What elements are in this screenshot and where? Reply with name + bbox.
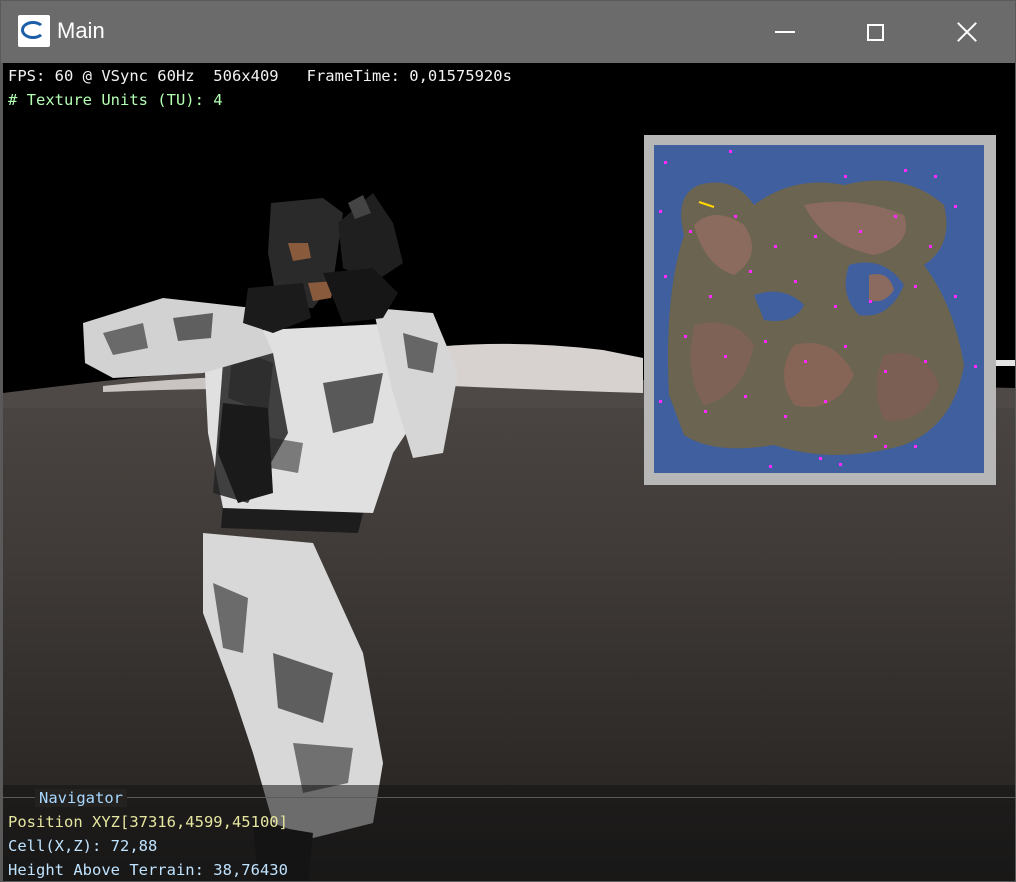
minimap[interactable]	[654, 145, 984, 473]
fps-readout: FPS: 60 @ VSync 60Hz 506x409 FrameTime: …	[8, 67, 512, 85]
soldier-model	[83, 193, 458, 881]
minimap-frame	[644, 135, 996, 485]
navigator-panel: Navigator Position XYZ[37316,4599,45100]…	[3, 785, 1015, 881]
navigator-divider	[3, 797, 1015, 798]
window-title: Main	[57, 18, 105, 43]
cell-readout: Cell(X,Z): 72,88	[8, 837, 158, 855]
texture-units-readout: # Texture Units (TU): 4	[8, 91, 223, 109]
maximize-icon	[866, 23, 884, 41]
title-bar[interactable]: Main	[1, 1, 1015, 63]
minimize-icon	[775, 31, 795, 33]
maximize-button[interactable]	[829, 1, 921, 63]
navigator-title: Navigator	[35, 789, 127, 807]
height-readout: Height Above Terrain: 38,76430	[8, 861, 288, 879]
render-viewport[interactable]: FPS: 60 @ VSync 60Hz 506x409 FrameTime: …	[3, 63, 1015, 881]
app-window: Main FPS: 60 @ VSync 60Hz 506x409 FrameT…	[0, 0, 1016, 882]
close-icon	[956, 21, 978, 43]
minimap-terrain	[654, 145, 984, 473]
minimize-button[interactable]	[739, 1, 831, 63]
app-c-icon	[18, 15, 50, 47]
close-button[interactable]	[921, 1, 1013, 63]
position-readout: Position XYZ[37316,4599,45100]	[8, 813, 288, 831]
